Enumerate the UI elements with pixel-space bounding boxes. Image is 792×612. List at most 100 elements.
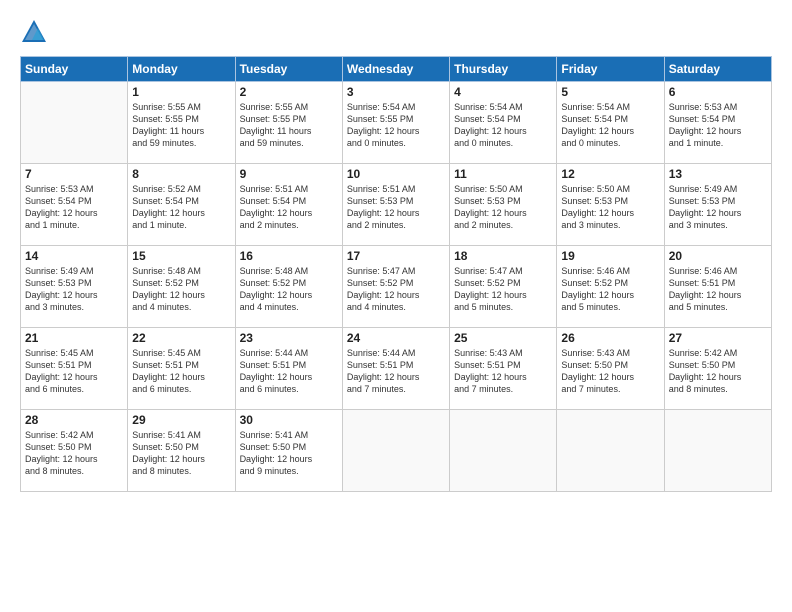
calendar-cell: 20 Sunrise: 5:46 AM Sunset: 5:51 PM Dayli…	[664, 246, 771, 328]
header-day-saturday: Saturday	[664, 57, 771, 82]
day-number: 29	[132, 413, 230, 427]
day-number: 16	[240, 249, 338, 263]
header-day-friday: Friday	[557, 57, 664, 82]
calendar-cell: 19 Sunrise: 5:46 AM Sunset: 5:52 PM Dayli…	[557, 246, 664, 328]
week-row-2: 7 Sunrise: 5:53 AM Sunset: 5:54 PM Daylig…	[21, 164, 772, 246]
day-info: Sunrise: 5:53 AM Sunset: 5:54 PM Dayligh…	[25, 183, 123, 232]
calendar-cell: 11 Sunrise: 5:50 AM Sunset: 5:53 PM Dayli…	[450, 164, 557, 246]
calendar-cell	[342, 410, 449, 492]
calendar-cell	[664, 410, 771, 492]
day-info: Sunrise: 5:46 AM Sunset: 5:52 PM Dayligh…	[561, 265, 659, 314]
calendar-cell: 15 Sunrise: 5:48 AM Sunset: 5:52 PM Dayli…	[128, 246, 235, 328]
day-info: Sunrise: 5:50 AM Sunset: 5:53 PM Dayligh…	[561, 183, 659, 232]
day-info: Sunrise: 5:51 AM Sunset: 5:54 PM Dayligh…	[240, 183, 338, 232]
day-info: Sunrise: 5:41 AM Sunset: 5:50 PM Dayligh…	[240, 429, 338, 478]
day-info: Sunrise: 5:47 AM Sunset: 5:52 PM Dayligh…	[347, 265, 445, 314]
calendar-cell: 24Sunrise: 5:44 AM Sunset: 5:51 PM Dayli…	[342, 328, 449, 410]
calendar-cell: 12 Sunrise: 5:50 AM Sunset: 5:53 PM Dayli…	[557, 164, 664, 246]
week-row-1: 1Sunrise: 5:55 AM Sunset: 5:55 PM Daylig…	[21, 82, 772, 164]
calendar-cell: 27 Sunrise: 5:42 AM Sunset: 5:50 PM Dayli…	[664, 328, 771, 410]
day-number: 5	[561, 85, 659, 99]
day-number: 27	[669, 331, 767, 345]
day-info: Sunrise: 5:54 AM Sunset: 5:54 PM Dayligh…	[561, 101, 659, 150]
day-number: 25	[454, 331, 552, 345]
calendar-cell: 4 Sunrise: 5:54 AM Sunset: 5:54 PM Daylig…	[450, 82, 557, 164]
logo-icon	[20, 18, 48, 46]
day-number: 3	[347, 85, 445, 99]
day-info: Sunrise: 5:45 AM Sunset: 5:51 PM Dayligh…	[132, 347, 230, 396]
calendar-cell: 16 Sunrise: 5:48 AM Sunset: 5:52 PM Dayli…	[235, 246, 342, 328]
day-number: 22	[132, 331, 230, 345]
day-info: Sunrise: 5:47 AM Sunset: 5:52 PM Dayligh…	[454, 265, 552, 314]
day-number: 6	[669, 85, 767, 99]
calendar-cell: 18 Sunrise: 5:47 AM Sunset: 5:52 PM Dayli…	[450, 246, 557, 328]
calendar-cell: 9 Sunrise: 5:51 AM Sunset: 5:54 PM Daylig…	[235, 164, 342, 246]
day-number: 18	[454, 249, 552, 263]
day-info: Sunrise: 5:44 AM Sunset: 5:51 PM Dayligh…	[347, 347, 445, 396]
day-number: 15	[132, 249, 230, 263]
day-info: Sunrise: 5:55 AM Sunset: 5:55 PM Dayligh…	[240, 101, 338, 150]
day-info: Sunrise: 5:53 AM Sunset: 5:54 PM Dayligh…	[669, 101, 767, 150]
header-day-wednesday: Wednesday	[342, 57, 449, 82]
day-number: 4	[454, 85, 552, 99]
calendar-cell: 29 Sunrise: 5:41 AM Sunset: 5:50 PM Dayli…	[128, 410, 235, 492]
calendar-cell: 3 Sunrise: 5:54 AM Sunset: 5:55 PM Daylig…	[342, 82, 449, 164]
header	[20, 18, 772, 46]
day-number: 10	[347, 167, 445, 181]
day-info: Sunrise: 5:42 AM Sunset: 5:50 PM Dayligh…	[669, 347, 767, 396]
calendar-cell: 17 Sunrise: 5:47 AM Sunset: 5:52 PM Dayli…	[342, 246, 449, 328]
day-number: 23	[240, 331, 338, 345]
day-number: 9	[240, 167, 338, 181]
day-info: Sunrise: 5:49 AM Sunset: 5:53 PM Dayligh…	[669, 183, 767, 232]
day-info: Sunrise: 5:46 AM Sunset: 5:51 PM Dayligh…	[669, 265, 767, 314]
day-number: 8	[132, 167, 230, 181]
day-info: Sunrise: 5:54 AM Sunset: 5:55 PM Dayligh…	[347, 101, 445, 150]
day-number: 12	[561, 167, 659, 181]
calendar-cell	[21, 82, 128, 164]
week-row-4: 21Sunrise: 5:45 AM Sunset: 5:51 PM Dayli…	[21, 328, 772, 410]
day-info: Sunrise: 5:41 AM Sunset: 5:50 PM Dayligh…	[132, 429, 230, 478]
calendar-cell: 7 Sunrise: 5:53 AM Sunset: 5:54 PM Daylig…	[21, 164, 128, 246]
calendar-cell: 21Sunrise: 5:45 AM Sunset: 5:51 PM Dayli…	[21, 328, 128, 410]
logo	[20, 18, 52, 46]
day-info: Sunrise: 5:54 AM Sunset: 5:54 PM Dayligh…	[454, 101, 552, 150]
header-day-tuesday: Tuesday	[235, 57, 342, 82]
day-info: Sunrise: 5:48 AM Sunset: 5:52 PM Dayligh…	[240, 265, 338, 314]
day-number: 11	[454, 167, 552, 181]
day-number: 20	[669, 249, 767, 263]
day-info: Sunrise: 5:55 AM Sunset: 5:55 PM Dayligh…	[132, 101, 230, 150]
calendar-cell: 13Sunrise: 5:49 AM Sunset: 5:53 PM Dayli…	[664, 164, 771, 246]
day-number: 30	[240, 413, 338, 427]
calendar-cell: 8Sunrise: 5:52 AM Sunset: 5:54 PM Daylig…	[128, 164, 235, 246]
calendar-cell: 1Sunrise: 5:55 AM Sunset: 5:55 PM Daylig…	[128, 82, 235, 164]
calendar-cell: 2 Sunrise: 5:55 AM Sunset: 5:55 PM Daylig…	[235, 82, 342, 164]
calendar-cell: 25 Sunrise: 5:43 AM Sunset: 5:51 PM Dayli…	[450, 328, 557, 410]
day-info: Sunrise: 5:49 AM Sunset: 5:53 PM Dayligh…	[25, 265, 123, 314]
day-info: Sunrise: 5:43 AM Sunset: 5:51 PM Dayligh…	[454, 347, 552, 396]
day-number: 14	[25, 249, 123, 263]
calendar-cell: 28Sunrise: 5:42 AM Sunset: 5:50 PM Dayli…	[21, 410, 128, 492]
week-row-5: 28Sunrise: 5:42 AM Sunset: 5:50 PM Dayli…	[21, 410, 772, 492]
calendar-cell: 30 Sunrise: 5:41 AM Sunset: 5:50 PM Dayli…	[235, 410, 342, 492]
calendar-body: 1Sunrise: 5:55 AM Sunset: 5:55 PM Daylig…	[21, 82, 772, 492]
calendar-cell: 6 Sunrise: 5:53 AM Sunset: 5:54 PM Daylig…	[664, 82, 771, 164]
day-info: Sunrise: 5:44 AM Sunset: 5:51 PM Dayligh…	[240, 347, 338, 396]
day-number: 7	[25, 167, 123, 181]
week-row-3: 14 Sunrise: 5:49 AM Sunset: 5:53 PM Dayli…	[21, 246, 772, 328]
calendar-cell	[557, 410, 664, 492]
day-info: Sunrise: 5:48 AM Sunset: 5:52 PM Dayligh…	[132, 265, 230, 314]
day-info: Sunrise: 5:51 AM Sunset: 5:53 PM Dayligh…	[347, 183, 445, 232]
calendar-cell: 23 Sunrise: 5:44 AM Sunset: 5:51 PM Dayli…	[235, 328, 342, 410]
day-number: 19	[561, 249, 659, 263]
calendar-cell: 14 Sunrise: 5:49 AM Sunset: 5:53 PM Dayli…	[21, 246, 128, 328]
header-row: SundayMondayTuesdayWednesdayThursdayFrid…	[21, 57, 772, 82]
calendar: SundayMondayTuesdayWednesdayThursdayFrid…	[20, 56, 772, 492]
calendar-header: SundayMondayTuesdayWednesdayThursdayFrid…	[21, 57, 772, 82]
day-number: 26	[561, 331, 659, 345]
day-number: 2	[240, 85, 338, 99]
calendar-cell: 5 Sunrise: 5:54 AM Sunset: 5:54 PM Daylig…	[557, 82, 664, 164]
calendar-cell: 22 Sunrise: 5:45 AM Sunset: 5:51 PM Dayli…	[128, 328, 235, 410]
day-info: Sunrise: 5:50 AM Sunset: 5:53 PM Dayligh…	[454, 183, 552, 232]
day-number: 17	[347, 249, 445, 263]
header-day-sunday: Sunday	[21, 57, 128, 82]
